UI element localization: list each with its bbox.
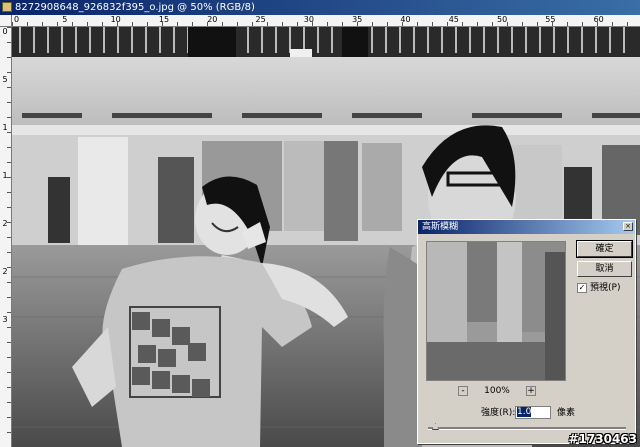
- document-icon: [2, 2, 12, 12]
- radius-label: 強度(R):: [481, 408, 516, 418]
- ruler-label: 0: [2, 27, 8, 36]
- dialog-title-bar[interactable]: 高斯模糊 ×: [418, 220, 635, 234]
- preview-checkbox[interactable]: ✓: [577, 283, 587, 293]
- ruler-origin[interactable]: [0, 15, 12, 27]
- ruler-label: 10: [110, 15, 121, 24]
- ok-button[interactable]: 確定: [576, 240, 633, 258]
- ruler-label: 3: [2, 315, 8, 324]
- vertical-ruler[interactable]: [0, 27, 12, 447]
- blur-preview[interactable]: [426, 241, 566, 381]
- check-icon: ✓: [578, 283, 586, 292]
- gaussian-blur-dialog: 高斯模糊 × 確定 取消 ✓ 預視(P) - 100% + 強度(R): 1.0…: [417, 219, 636, 444]
- ruler-label: 5: [62, 15, 68, 24]
- ruler-label: 50: [497, 15, 508, 24]
- ruler-label: 25: [255, 15, 266, 24]
- radius-value: 1.0: [517, 407, 532, 417]
- ruler-label: 30: [303, 15, 314, 24]
- ruler-label: 45: [448, 15, 459, 24]
- ruler-label: 1: [2, 171, 8, 180]
- zoom-level: 100%: [484, 386, 510, 396]
- cancel-button[interactable]: 取消: [577, 261, 632, 277]
- radius-input[interactable]: 1.0: [515, 406, 551, 419]
- preview-image: [427, 242, 565, 380]
- radius-slider-track[interactable]: [428, 427, 626, 430]
- ruler-label: 15: [158, 15, 170, 24]
- close-icon: ×: [625, 222, 631, 230]
- close-button[interactable]: ×: [623, 222, 633, 231]
- ruler-label: 20: [207, 15, 218, 24]
- preview-checkbox-label: 預視(P): [590, 283, 621, 293]
- ruler-label: 35: [352, 15, 363, 24]
- ruler-label: 60: [593, 15, 604, 24]
- ruler-label: 1: [2, 123, 8, 132]
- document-title-bar[interactable]: 8272908648_926832f395_o.jpg @ 50% (RGB/8…: [0, 0, 640, 15]
- ruler-label: 5: [2, 75, 8, 84]
- ruler-label: 40: [400, 15, 411, 24]
- radius-unit: 像素: [557, 408, 576, 418]
- ruler-label: 2: [2, 267, 8, 276]
- ruler-label: 55: [545, 15, 556, 24]
- zoom-out-button[interactable]: -: [458, 386, 468, 396]
- document-title: 8272908648_926832f395_o.jpg @ 50% (RGB/8…: [15, 2, 255, 13]
- watermark: #1730463: [568, 432, 637, 446]
- ruler-label: 2: [2, 219, 8, 228]
- ruler-label: 0: [14, 15, 20, 24]
- dialog-title: 高斯模糊: [422, 222, 459, 232]
- zoom-in-button[interactable]: +: [526, 386, 536, 396]
